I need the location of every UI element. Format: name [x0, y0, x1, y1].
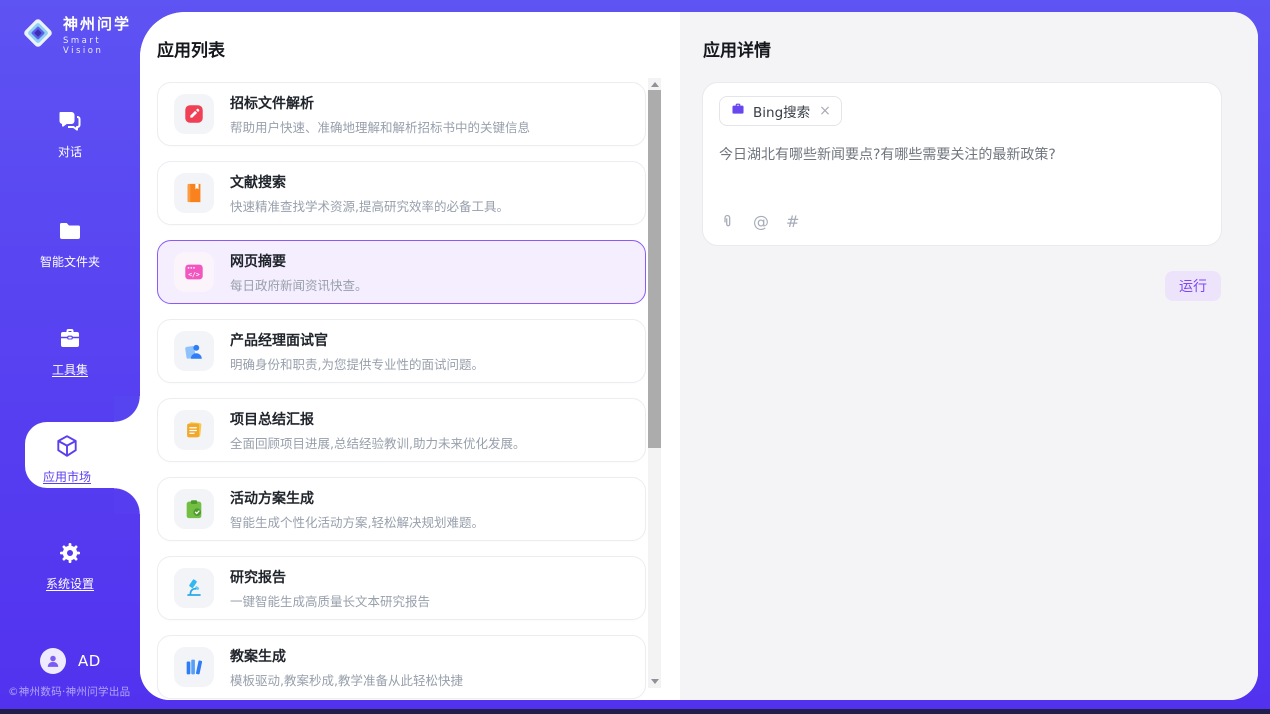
- chat-icon: [57, 108, 83, 134]
- app-card-title: 活动方案生成: [230, 488, 484, 508]
- app-card-desc: 快速精准查找学术资源,提高研究效率的必备工具。: [230, 196, 509, 215]
- app-detail-panel: 应用详情 Bing搜索 × 今日湖北有哪些新闻要点?有哪些需要关注的最新政策? …: [680, 12, 1258, 700]
- briefcase-icon: [57, 326, 83, 352]
- brand-diamond-icon: [20, 15, 56, 55]
- app-card-desc: 帮助用户快速、准确地理解和解析招标书中的关键信息: [230, 117, 530, 136]
- paperclip-icon[interactable]: [719, 213, 736, 230]
- app-card-title: 项目总结汇报: [230, 409, 525, 429]
- briefcase-icon: [730, 101, 746, 121]
- app-list: 招标文件解析 帮助用户快速、准确地理解和解析招标书中的关键信息 文献搜索 快速精…: [157, 82, 646, 699]
- hash-icon[interactable]: #: [786, 213, 799, 230]
- folder-icon: [57, 218, 83, 244]
- app-card[interactable]: 研究报告 一键智能生成高质量长文本研究报告: [157, 556, 646, 620]
- app-card[interactable]: 项目总结汇报 全面回顾项目进展,总结经验教训,助力未来优化发展。: [157, 398, 646, 462]
- copyright-text: ©神州数码·神州问学出品: [8, 684, 148, 699]
- app-card-desc: 全面回顾项目进展,总结经验教训,助力未来优化发展。: [230, 433, 525, 452]
- app-card-desc: 一键智能生成高质量长文本研究报告: [230, 591, 430, 610]
- app-card-title: 招标文件解析: [230, 93, 530, 113]
- scrollbar-thumb[interactable]: [648, 90, 661, 448]
- cube-icon: [54, 433, 80, 459]
- app-card-title: 产品经理面试官: [230, 330, 484, 350]
- svg-text:</>: </>: [188, 270, 200, 278]
- prompt-input[interactable]: 今日湖北有哪些新闻要点?有哪些需要关注的最新政策?: [719, 145, 1205, 166]
- user-chip[interactable]: AD: [40, 648, 101, 674]
- brand-tagline: Smart Vision: [63, 36, 140, 56]
- notes-icon: [174, 410, 214, 450]
- app-card-desc: 模板驱动,教案秒成,教学准备从此轻松快捷: [230, 670, 463, 689]
- app-card-desc: 每日政府新闻资讯快查。: [230, 275, 368, 294]
- app-detail-title: 应用详情: [703, 36, 1258, 58]
- gear-icon: [57, 540, 83, 566]
- app-card-desc: 明确身份和职责,为您提供专业性的面试问题。: [230, 354, 484, 373]
- app-card[interactable]: </> 网页摘要 每日政府新闻资讯快查。: [157, 240, 646, 304]
- pen-square-icon: [174, 94, 214, 134]
- app-list-title: 应用列表: [157, 36, 646, 58]
- interview-icon: [174, 331, 214, 371]
- sidebar-item-chat[interactable]: 对话: [0, 108, 140, 160]
- app-card-title: 研究报告: [230, 567, 430, 587]
- list-scrollbar[interactable]: [648, 78, 661, 688]
- app-card[interactable]: 教案生成 模板驱动,教案秒成,教学准备从此轻松快捷: [157, 635, 646, 699]
- mention-icon[interactable]: @: [753, 213, 769, 230]
- sidebar-item-briefcase[interactable]: 工具集: [0, 326, 140, 378]
- scroll-down-icon[interactable]: [648, 675, 661, 688]
- close-icon[interactable]: ×: [819, 103, 831, 119]
- browser-code-icon: </>: [174, 252, 214, 292]
- clipboard-check-icon: [174, 489, 214, 529]
- app-card-title: 教案生成: [230, 646, 463, 666]
- tool-tag-label: Bing搜索: [753, 101, 810, 121]
- sidebar-item-gear[interactable]: 系统设置: [0, 540, 140, 592]
- brand-name: 神州问学: [63, 13, 140, 34]
- app-card[interactable]: 活动方案生成 智能生成个性化活动方案,轻松解决规划难题。: [157, 477, 646, 541]
- books-icon: [174, 647, 214, 687]
- app-card-title: 文献搜索: [230, 172, 509, 192]
- brand-logo: 神州问学 Smart Vision: [20, 13, 140, 56]
- tool-tag-bing-search[interactable]: Bing搜索 ×: [719, 96, 842, 126]
- app-card[interactable]: 产品经理面试官 明确身份和职责,为您提供专业性的面试问题。: [157, 319, 646, 383]
- user-avatar-icon: [40, 648, 66, 674]
- app-card-title: 网页摘要: [230, 251, 368, 271]
- sidebar-item-cube[interactable]: 应用市场: [25, 422, 140, 488]
- sidebar: 神州问学 Smart Vision 对话 智能文件夹 工具集 应用市场 系统设置…: [0, 0, 140, 709]
- book-icon: [174, 173, 214, 213]
- main-panel: 应用列表 招标文件解析 帮助用户快速、准确地理解和解析招标书中的关键信息 文献搜…: [140, 12, 1258, 700]
- prompt-toolbar: @#: [719, 213, 799, 230]
- app-card-desc: 智能生成个性化活动方案,轻松解决规划难题。: [230, 512, 484, 531]
- run-button[interactable]: 运行: [1165, 271, 1221, 301]
- app-list-panel: 应用列表 招标文件解析 帮助用户快速、准确地理解和解析招标书中的关键信息 文献搜…: [140, 12, 680, 700]
- prompt-card: Bing搜索 × 今日湖北有哪些新闻要点?有哪些需要关注的最新政策? @#: [702, 82, 1222, 246]
- app-card[interactable]: 招标文件解析 帮助用户快速、准确地理解和解析招标书中的关键信息: [157, 82, 646, 146]
- user-name: AD: [78, 652, 101, 670]
- app-card[interactable]: 文献搜索 快速精准查找学术资源,提高研究效率的必备工具。: [157, 161, 646, 225]
- microscope-icon: [174, 568, 214, 608]
- sidebar-item-folder[interactable]: 智能文件夹: [0, 218, 140, 270]
